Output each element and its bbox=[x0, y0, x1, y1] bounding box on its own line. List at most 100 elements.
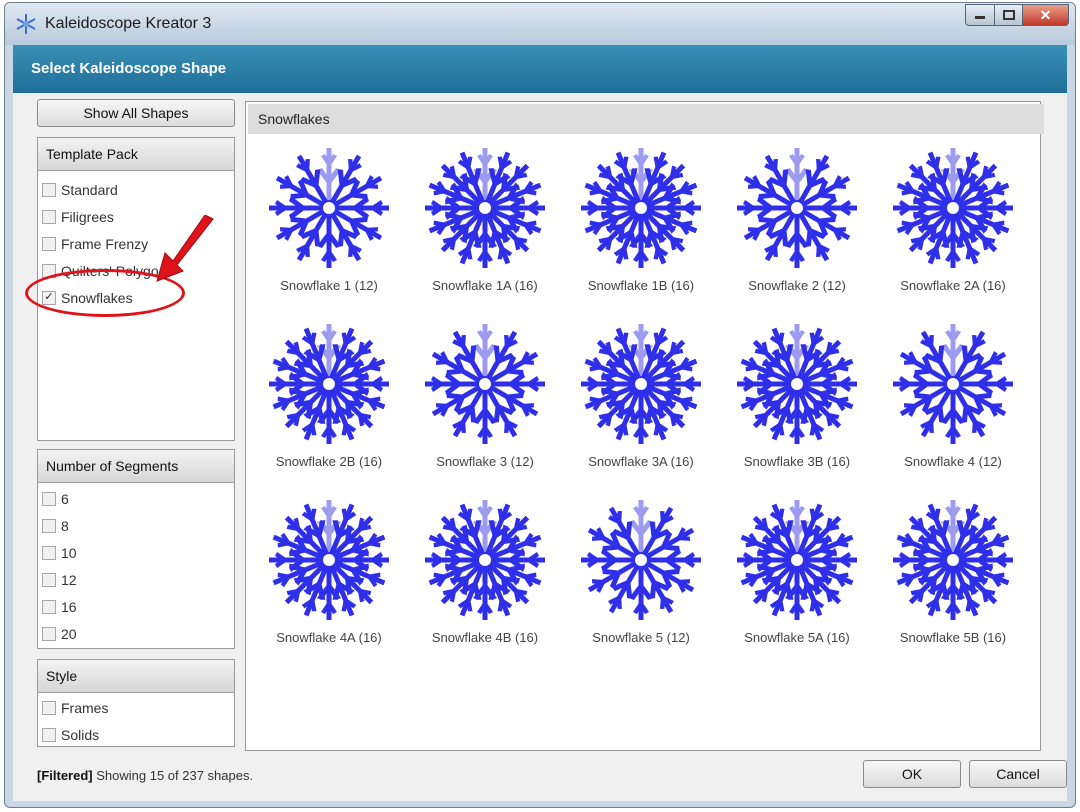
snowflake-icon bbox=[893, 324, 1013, 444]
dialog-body: Show All Shapes Template Pack Standard Fi… bbox=[13, 93, 1067, 801]
cancel-button[interactable]: Cancel bbox=[969, 760, 1067, 788]
minimize-icon bbox=[975, 16, 985, 19]
checkbox[interactable] bbox=[42, 491, 56, 506]
checkbox-label: Solids bbox=[61, 726, 100, 743]
dialog-header: Select Kaleidoscope Shape bbox=[13, 45, 1067, 93]
checkbox-label: 10 bbox=[61, 544, 77, 561]
segments-item[interactable]: 20 bbox=[38, 620, 234, 647]
tile-label: Snowflake 4A (16) bbox=[276, 630, 382, 645]
snowflake-tile[interactable]: Snowflake 5 (12) bbox=[564, 488, 718, 660]
checkbox-label: Filigrees bbox=[61, 208, 114, 225]
snowflake-icon bbox=[425, 324, 545, 444]
snowflake-icon bbox=[269, 148, 389, 268]
filter-indicator: [Filtered] bbox=[37, 768, 93, 783]
checkbox[interactable] bbox=[42, 727, 56, 742]
snowflake-tile[interactable]: Snowflake 4 (12) bbox=[876, 312, 1030, 484]
dialog-title: Select Kaleidoscope Shape bbox=[31, 60, 227, 77]
snowflake-icon bbox=[269, 324, 389, 444]
checkbox-label: 16 bbox=[61, 598, 77, 615]
snowflake-tile[interactable]: Snowflake 4A (16) bbox=[252, 488, 406, 660]
snowflake-tile[interactable]: Snowflake 1A (16) bbox=[408, 136, 562, 308]
snowflake-app-icon bbox=[16, 14, 36, 34]
snowflake-icon bbox=[893, 500, 1013, 620]
snowflake-icon bbox=[581, 148, 701, 268]
checkbox-label: 8 bbox=[61, 517, 69, 534]
checkbox-label: 20 bbox=[61, 625, 77, 642]
checkbox-label: Standard bbox=[61, 181, 118, 198]
shape-count-text: Showing 15 of 237 shapes. bbox=[96, 768, 254, 783]
tile-label: Snowflake 4 (12) bbox=[904, 454, 1002, 469]
segments-heading: Number of Segments bbox=[38, 450, 234, 483]
tile-label: Snowflake 5A (16) bbox=[744, 630, 850, 645]
close-button[interactable]: ✕ bbox=[1023, 4, 1069, 26]
segments-item[interactable]: 6 bbox=[38, 485, 234, 512]
tile-label: Snowflake 5 (12) bbox=[592, 630, 690, 645]
tile-label: Snowflake 1B (16) bbox=[587, 278, 695, 293]
snowflake-tile[interactable]: Snowflake 1B (16) bbox=[564, 136, 718, 308]
checkbox[interactable] bbox=[42, 518, 56, 533]
checkbox[interactable] bbox=[42, 236, 56, 251]
tile-label: Snowflake 1 (12) bbox=[280, 278, 378, 293]
tile-label: Snowflake 3B (16) bbox=[743, 454, 851, 469]
tile-label: Snowflake 1A (16) bbox=[432, 278, 538, 293]
tile-label: Snowflake 3A (16) bbox=[588, 454, 694, 469]
tile-label: Snowflake 4B (16) bbox=[431, 630, 539, 645]
snowflake-tile[interactable]: Snowflake 3A (16) bbox=[564, 312, 718, 484]
tile-label: Snowflake 2 (12) bbox=[748, 278, 846, 293]
style-item[interactable]: Solids bbox=[38, 721, 234, 748]
snowflake-icon bbox=[425, 500, 545, 620]
snowflake-icon bbox=[893, 148, 1013, 268]
segments-item[interactable]: 16 bbox=[38, 593, 234, 620]
show-all-shapes-button[interactable]: Show All Shapes bbox=[37, 99, 235, 127]
checkbox[interactable] bbox=[42, 182, 56, 197]
shape-gallery: Snowflakes Snowflake 1 (12) Snowflake 1A … bbox=[245, 101, 1044, 751]
snowflake-tile[interactable]: Snowflake 3B (16) bbox=[720, 312, 874, 484]
snowflake-icon bbox=[581, 500, 701, 620]
snowflake-tile[interactable]: Snowflake 3 (12) bbox=[408, 312, 562, 484]
snowflake-icon bbox=[737, 324, 857, 444]
snowflake-tile[interactable]: Snowflake 1 (12) bbox=[252, 136, 406, 308]
style-item[interactable]: Frames bbox=[38, 694, 234, 721]
checkbox[interactable] bbox=[42, 599, 56, 614]
style-heading: Style bbox=[38, 660, 234, 693]
app-window: Kaleidoscope Kreator 3 ✕ Select Kaleidos… bbox=[4, 2, 1076, 808]
template-pack-heading: Template Pack bbox=[38, 138, 234, 171]
segments-item[interactable]: 8 bbox=[38, 512, 234, 539]
tile-label: Snowflake 2A (16) bbox=[900, 278, 1006, 293]
window-title: Kaleidoscope Kreator 3 bbox=[45, 15, 212, 32]
snowflake-icon bbox=[425, 148, 545, 268]
maximize-button[interactable] bbox=[995, 4, 1023, 26]
ok-button[interactable]: OK bbox=[863, 760, 961, 788]
window-controls: ✕ bbox=[965, 4, 1069, 26]
checkbox[interactable] bbox=[42, 545, 56, 560]
status-text: [Filtered] Showing 15 of 237 shapes. bbox=[37, 768, 253, 783]
title-bar: Kaleidoscope Kreator 3 ✕ bbox=[5, 3, 1075, 45]
close-icon: ✕ bbox=[1039, 6, 1052, 23]
snowflake-tile[interactable]: Snowflake 5B (16) bbox=[876, 488, 1030, 660]
segments-list: 6 8 10 12 16 20 bbox=[38, 483, 234, 647]
snowflake-icon bbox=[737, 500, 857, 620]
segments-item[interactable]: 10 bbox=[38, 539, 234, 566]
snowflake-tile[interactable]: Snowflake 2 (12) bbox=[720, 136, 874, 308]
snowflake-tile[interactable]: Snowflake 2B (16) bbox=[252, 312, 406, 484]
gallery-header: Snowflakes bbox=[248, 104, 1044, 134]
maximize-icon bbox=[1002, 10, 1015, 20]
checkbox-label: Frames bbox=[61, 699, 109, 716]
checkbox[interactable] bbox=[42, 572, 56, 587]
template-pack-item[interactable]: Standard bbox=[38, 176, 234, 203]
checkbox[interactable] bbox=[42, 700, 56, 715]
checkbox[interactable] bbox=[42, 209, 56, 224]
snowflake-tile[interactable]: Snowflake 4B (16) bbox=[408, 488, 562, 660]
snowflake-icon bbox=[269, 500, 389, 620]
snowflake-tile[interactable]: Snowflake 5A (16) bbox=[720, 488, 874, 660]
style-list: Frames Solids bbox=[38, 693, 234, 748]
annotation-arrow-icon bbox=[156, 215, 214, 282]
tile-label: Snowflake 5B (16) bbox=[899, 630, 1007, 645]
segments-item[interactable]: 12 bbox=[38, 566, 234, 593]
checkbox[interactable] bbox=[42, 626, 56, 641]
minimize-button[interactable] bbox=[965, 4, 995, 26]
tile-label: Snowflake 2B (16) bbox=[275, 454, 383, 469]
snowflake-tile[interactable]: Snowflake 2A (16) bbox=[876, 136, 1030, 308]
segments-group: Number of Segments 6 8 10 12 16 20 bbox=[37, 449, 235, 649]
snowflake-icon bbox=[737, 148, 857, 268]
